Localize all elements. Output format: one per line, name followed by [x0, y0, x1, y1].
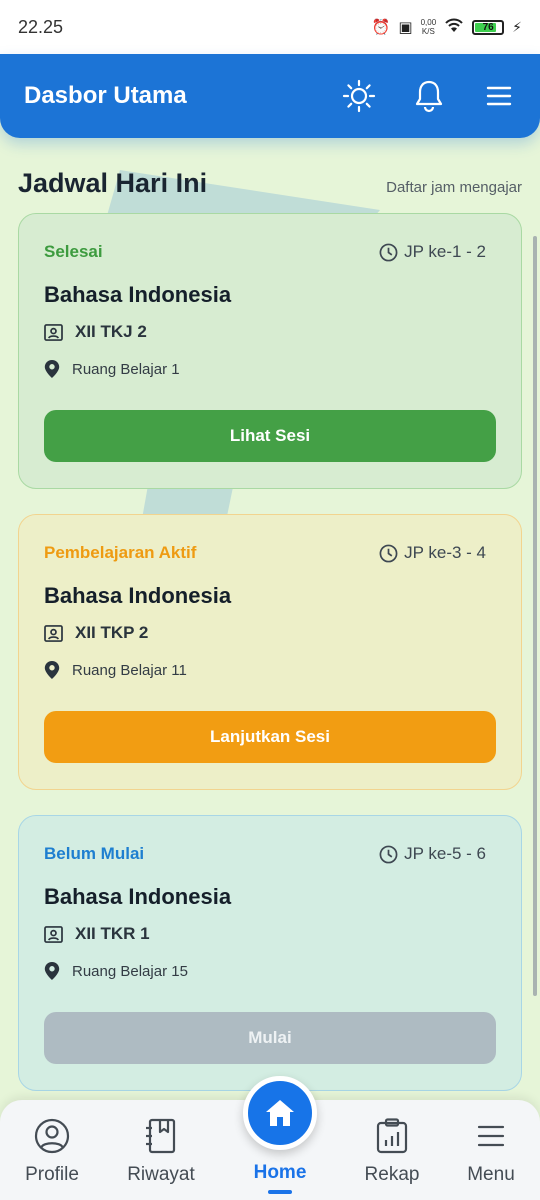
- hamburger-menu-icon[interactable]: [482, 79, 516, 113]
- status-icons: ⏰ ▣ 0,00 K/S 76 ⚡: [372, 17, 522, 37]
- lesson-period-text: JP ke-3 - 4: [404, 543, 486, 562]
- location-pin-icon: [44, 360, 60, 378]
- subject-name: Bahasa Indonesia: [44, 282, 232, 307]
- charging-icon: ⚡: [512, 18, 522, 35]
- view-session-button[interactable]: Lihat Sesi: [44, 410, 496, 462]
- battery-level: 76: [482, 21, 494, 33]
- nav-item-menu[interactable]: Menu: [441, 1118, 540, 1186]
- session-status: Selesai: [44, 242, 103, 261]
- wifi-icon: [444, 17, 464, 37]
- subject-name: Bahasa Indonesia: [44, 884, 232, 909]
- section-title: Jadwal Hari Ini: [18, 168, 208, 198]
- class-info: XII TKP 2: [44, 623, 496, 643]
- home-icon: [266, 1100, 294, 1126]
- nav-item-rekap[interactable]: Rekap: [342, 1118, 442, 1186]
- page-title: Dasbor Utama: [24, 82, 187, 109]
- book-icon: [146, 1118, 176, 1154]
- schedule-card: Belum Mulai JP ke-5 - 6 Bahasa Indonesia…: [18, 815, 522, 1091]
- class-icon: [44, 925, 63, 943]
- location-pin-icon: [44, 962, 60, 980]
- clock-icon: [379, 243, 398, 261]
- clock-icon: [379, 544, 398, 562]
- profile-icon: [34, 1118, 70, 1154]
- room-name: Ruang Belajar 1: [72, 360, 180, 378]
- room-name: Ruang Belajar 11: [72, 661, 187, 679]
- class-name: XII TKR 1: [75, 924, 150, 943]
- menu-icon: [477, 1125, 505, 1147]
- location-pin-icon: [44, 661, 60, 679]
- schedule-card: Pembelajaran Aktif JP ke-3 - 4 Bahasa In…: [18, 514, 522, 790]
- teaching-hours-link[interactable]: Daftar jam mengajar: [386, 179, 522, 196]
- system-status-bar: 22.25 ⏰ ▣ 0,00 K/S 76 ⚡: [0, 0, 540, 54]
- room-info: Ruang Belajar 15: [44, 962, 496, 980]
- alarm-icon: ⏰: [371, 19, 391, 36]
- lesson-period: JP ke-5 - 6: [379, 844, 496, 864]
- class-name: XII TKJ 2: [75, 322, 147, 341]
- nav-item-home[interactable]: [243, 1076, 317, 1150]
- subject-name: Bahasa Indonesia: [44, 583, 232, 608]
- bottom-navigation: Profile Riwayat Home Rekap Menu: [0, 1076, 540, 1200]
- network-speed-value: 0,00: [420, 18, 437, 27]
- nfc-icon: ▣: [398, 19, 413, 36]
- session-status: Belum Mulai: [44, 844, 145, 863]
- class-name: XII TKP 2: [75, 623, 149, 642]
- network-speed: 0,00 K/S: [421, 18, 437, 36]
- battery-indicator: 76: [472, 19, 505, 35]
- active-indicator: [268, 1190, 292, 1194]
- lesson-period-text: JP ke-1 - 2: [404, 242, 486, 261]
- class-info: XII TKR 1: [44, 924, 496, 944]
- scrollbar[interactable]: [533, 236, 537, 996]
- start-session-button[interactable]: Mulai: [44, 1012, 496, 1064]
- class-icon: [44, 624, 63, 642]
- continue-session-button[interactable]: Lanjutkan Sesi: [44, 711, 496, 763]
- room-name: Ruang Belajar 15: [72, 962, 188, 980]
- bell-icon[interactable]: [412, 79, 446, 113]
- app-header: Dasbor Utama: [0, 54, 540, 138]
- status-time: 22.25: [18, 16, 64, 37]
- nav-label-menu: Menu: [467, 1164, 515, 1185]
- lesson-period: JP ke-3 - 4: [379, 543, 496, 563]
- clock-icon: [379, 845, 398, 863]
- class-icon: [44, 323, 63, 341]
- class-info: XII TKJ 2: [44, 322, 496, 342]
- nav-item-riwayat[interactable]: Riwayat: [111, 1118, 211, 1186]
- lesson-period-text: JP ke-5 - 6: [404, 844, 486, 863]
- nav-label-rekap: Rekap: [364, 1164, 420, 1185]
- schedule-section-header: Jadwal Hari Ini Daftar jam mengajar: [18, 168, 522, 199]
- nav-label-home[interactable]: Home: [230, 1162, 330, 1184]
- room-info: Ruang Belajar 1: [44, 360, 496, 378]
- network-speed-unit: K/S: [421, 27, 435, 36]
- nav-label-profile: Profile: [25, 1164, 79, 1185]
- nav-item-profile[interactable]: Profile: [2, 1118, 102, 1186]
- nav-label-riwayat: Riwayat: [127, 1164, 195, 1185]
- lesson-period: JP ke-1 - 2: [379, 242, 496, 262]
- room-info: Ruang Belajar 11: [44, 661, 496, 679]
- sun-icon[interactable]: [342, 79, 376, 113]
- session-status: Pembelajaran Aktif: [44, 543, 197, 562]
- schedule-card: Selesai JP ke-1 - 2 Bahasa Indonesia XII…: [18, 213, 522, 489]
- clipboard-chart-icon: [376, 1118, 408, 1154]
